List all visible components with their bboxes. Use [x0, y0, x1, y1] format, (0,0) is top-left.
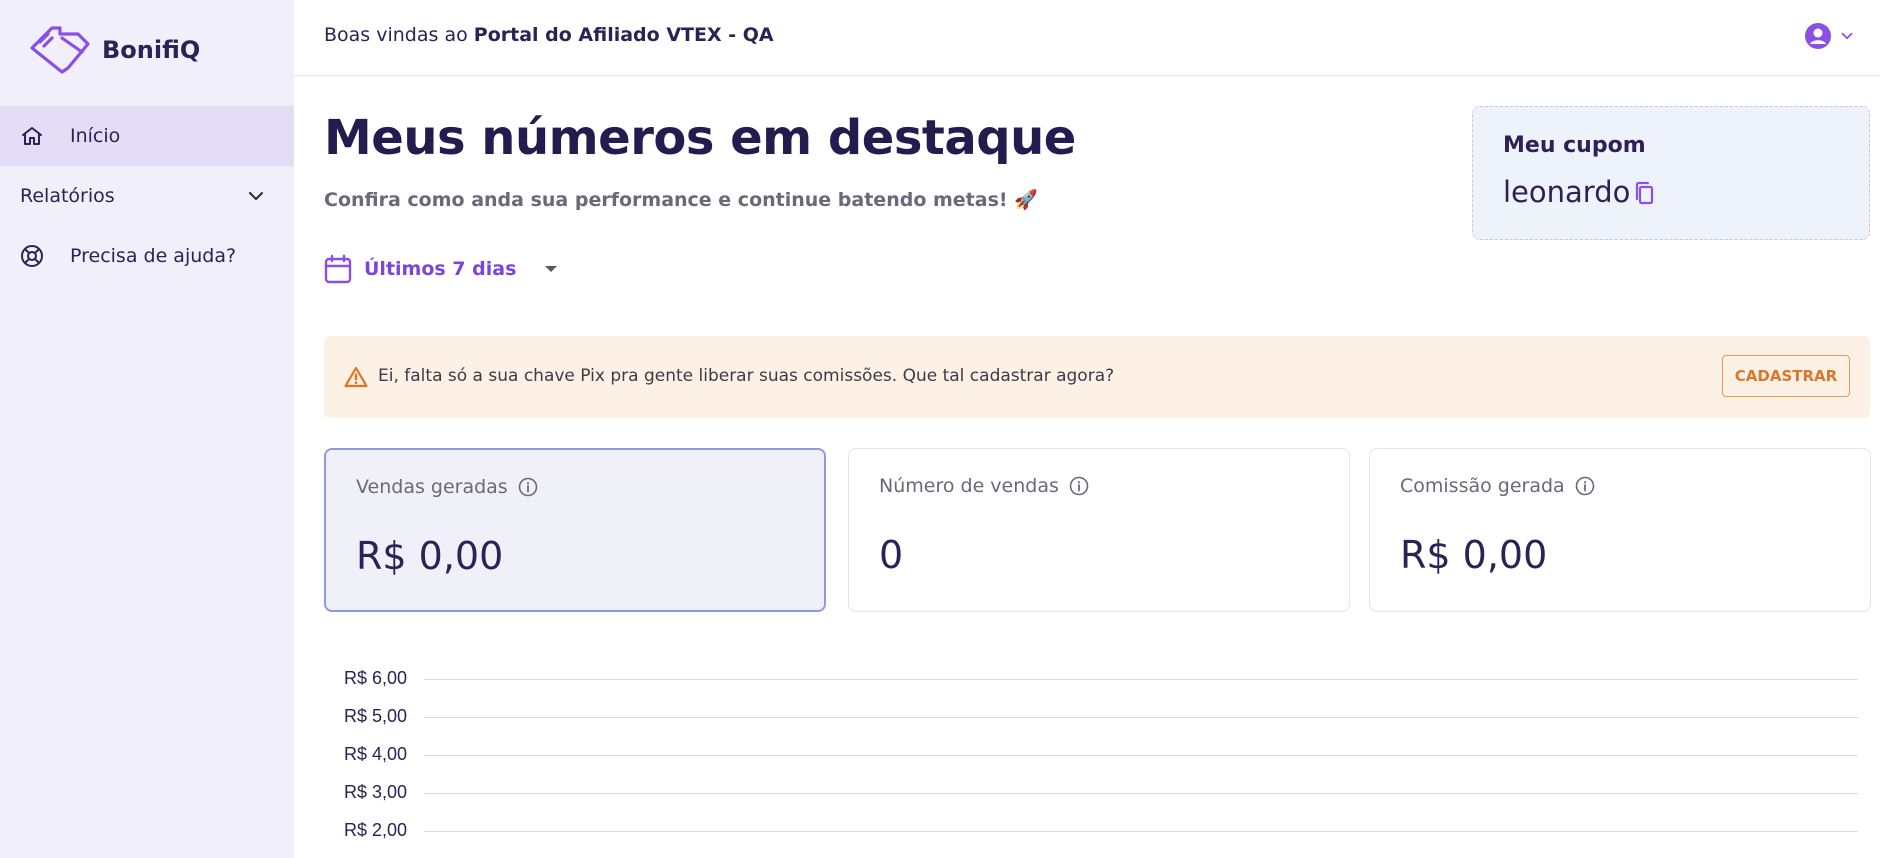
sidebar-item-label: Precisa de ajuda? [70, 245, 237, 267]
y-tick-label: R$ 4,00 [344, 744, 408, 764]
info-icon[interactable] [1575, 476, 1595, 496]
date-range-label: Últimos 7 dias [364, 258, 517, 280]
copy-icon[interactable] [1633, 181, 1657, 207]
page-title: Meus números em destaque [324, 110, 1076, 166]
info-icon[interactable] [1069, 476, 1089, 496]
coupon-title: Meu cupom [1503, 133, 1646, 158]
sales-chart: R$ 6,00 R$ 5,00 R$ 4,00 R$ 3,00 R$ 2,00 [324, 660, 1870, 858]
coupon-card: Meu cupom leonardo [1472, 106, 1870, 240]
warning-icon [344, 366, 368, 388]
calendar-icon [324, 254, 352, 284]
caret-down-icon [545, 266, 558, 272]
chevron-down-icon [1841, 32, 1853, 40]
sidebar-item-ajuda[interactable]: Precisa de ajuda? [0, 226, 294, 286]
y-tick-label: R$ 6,00 [344, 668, 408, 688]
metric-card-value: R$ 0,00 [356, 534, 504, 578]
metric-card-label: Comissão gerada [1400, 475, 1565, 497]
gridline [424, 755, 1858, 756]
y-tick-label: R$ 3,00 [344, 782, 408, 802]
metric-card-title: Vendas geradas [356, 476, 538, 498]
sidebar-item-relatorios[interactable]: Relatórios [0, 166, 294, 226]
brand-name: BonifiQ [102, 36, 201, 64]
user-circle-icon [1805, 23, 1831, 49]
gridline [424, 793, 1858, 794]
welcome-prefix: Boas vindas ao [324, 24, 468, 46]
chevron-down-icon [249, 192, 263, 200]
portal-name: Portal do Afiliado VTEX - QA [473, 24, 774, 46]
sidebar-item-inicio[interactable]: Início [0, 106, 294, 166]
y-tick-label: R$ 5,00 [344, 706, 408, 726]
metric-card-title: Número de vendas [879, 475, 1089, 497]
sidebar-item-label: Relatórios [20, 185, 115, 207]
gridline [424, 679, 1858, 680]
pix-alert-banner: Ei, falta só a sua chave Pix pra gente l… [324, 336, 1870, 418]
top-header: Boas vindas ao Portal do Afiliado VTEX -… [294, 0, 1880, 76]
lifebuoy-icon [21, 245, 43, 267]
metric-card-value: 0 [879, 533, 904, 577]
metric-card-comissao-gerada[interactable]: Comissão gerada R$ 0,00 [1369, 448, 1871, 612]
metric-card-label: Vendas geradas [356, 476, 508, 498]
metric-card-label: Número de vendas [879, 475, 1059, 497]
brand-logo[interactable]: BonifiQ [28, 24, 200, 76]
welcome-message: Boas vindas ao Portal do Afiliado VTEX -… [324, 24, 774, 46]
sidebar-item-label: Início [70, 125, 121, 147]
gridline [424, 717, 1858, 718]
user-menu[interactable] [1804, 22, 1856, 50]
metric-card-value: R$ 0,00 [1400, 533, 1548, 577]
home-icon [22, 127, 42, 145]
info-icon[interactable] [518, 477, 538, 497]
logo-icon [30, 26, 90, 74]
coupon-code: leonardo [1503, 175, 1631, 209]
metric-card-vendas-geradas[interactable]: Vendas geradas R$ 0,00 [324, 448, 826, 612]
y-tick-label: R$ 2,00 [344, 820, 408, 840]
alert-message: Ei, falta só a sua chave Pix pra gente l… [378, 366, 1115, 386]
date-range-select[interactable]: Últimos 7 dias [324, 254, 558, 284]
metric-card-numero-vendas[interactable]: Número de vendas 0 [848, 448, 1350, 612]
page-subtitle: Confira como anda sua performance e cont… [324, 189, 1038, 211]
sidebar: BonifiQ Início Relatórios Precisa de aju… [0, 0, 294, 858]
gridline [424, 831, 1858, 832]
register-pix-button[interactable]: CADASTRAR [1722, 355, 1850, 397]
metric-card-title: Comissão gerada [1400, 475, 1595, 497]
